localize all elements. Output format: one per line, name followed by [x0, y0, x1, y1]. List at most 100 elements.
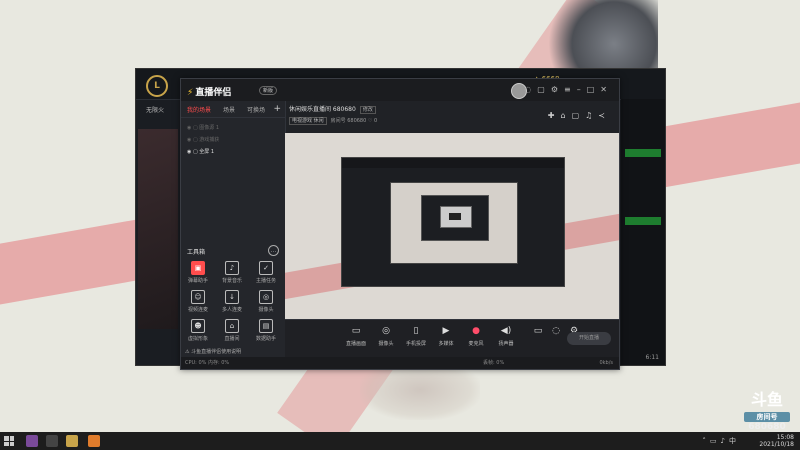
champion-art [138, 129, 178, 329]
toolbox-more-icon[interactable]: … [268, 245, 279, 256]
windows-start-icon[interactable] [4, 436, 14, 446]
tool-label: 虚拟形象 [187, 336, 208, 342]
tool-label: 弹幕助手 [187, 278, 208, 284]
stream-preview[interactable] [285, 133, 619, 319]
media-button[interactable]: ▶ 多媒体 [431, 326, 461, 347]
room-category[interactable]: 电视游戏 休闲 [289, 117, 327, 125]
chevron-up-icon[interactable]: ˄ [702, 437, 710, 445]
settings-icon[interactable]: ⚙ [551, 85, 564, 94]
tool-music[interactable]: ♪ 背景音乐 [215, 261, 249, 284]
app-logo: ⚡ 直播伴侣 [187, 85, 231, 98]
streaming-app-window[interactable]: ⚡ 直播伴侣 新版 ◌▢⚙≡–□✕ 我的场景 场景 可换场 + ◉ ▢ 图像源 1… [180, 78, 620, 370]
screen-icon: ▭ [351, 326, 361, 336]
tool-task[interactable]: ✓ 主播任务 [249, 261, 283, 284]
taskbar-app-icon[interactable] [46, 435, 58, 447]
version-badge[interactable]: 新版 [259, 86, 278, 95]
screen-capture-button[interactable]: ▭ 直播画面 [341, 326, 371, 347]
lock-icon[interactable]: ⌂ [560, 111, 571, 120]
minimize-icon[interactable]: – [577, 85, 587, 94]
tool-video-link[interactable]: ☺ 视频连麦 [181, 290, 215, 313]
room-id: 680680 [347, 118, 367, 124]
control-label: 多媒体 [438, 341, 454, 347]
volume-icon[interactable]: ♪ [721, 437, 729, 445]
invite-button[interactable] [625, 217, 661, 225]
douyu-logo: 斗鱼 [750, 390, 783, 409]
room-title: 休闲娱乐直播间 680680 [289, 106, 356, 113]
heart-icon: ♡ [367, 118, 373, 124]
scene-sidebar: 我的场景 场景 可换场 + ◉ ▢ 图像源 1 ◉ ▢ 游戏捕获 ◉ ▢ 全屏 … [181, 101, 286, 357]
tool-multi-link[interactable]: ↓ 多人连麦 [215, 290, 249, 313]
bitrate-status: 0kb/s [599, 360, 613, 366]
mic-icon: ● [472, 326, 480, 336]
app-titlebar: ⚡ 直播伴侣 新版 ◌▢⚙≡–□✕ [181, 79, 619, 101]
room-tools: ✚⌂▢♫≺ [548, 111, 611, 120]
douyu-room-label: 房间号 [744, 412, 790, 422]
nested-titlebar [342, 158, 564, 168]
bell-icon[interactable]: ♫ [585, 111, 598, 120]
toolbox-grid: ▣ 弹幕助手 ♪ 背景音乐 ✓ 主播任务 ☺ 视频连麦 ↓ 多人连麦 ◎ 摄像头 ☻ 虚拟形象… [181, 261, 285, 342]
phone-icon: ▯ [413, 326, 419, 336]
taskbar-app-icon[interactable] [88, 435, 100, 447]
speaker-button[interactable]: ◀) 扬声器 [491, 326, 521, 347]
add-scene-icon[interactable]: + [273, 104, 281, 114]
tool-camera[interactable]: ◎ 摄像头 [249, 290, 283, 313]
screenshot-icon[interactable]: ▢ [572, 111, 586, 120]
close-icon[interactable]: ✕ [600, 85, 613, 94]
share-icon[interactable]: ≺ [598, 111, 611, 120]
window-controls: ◌▢⚙≡–□✕ [524, 85, 613, 94]
scene-tabs: 我的场景 场景 可换场 + [181, 101, 285, 118]
cpu-status: CPU: 0% 内存: 0% [185, 360, 230, 366]
control-label: 摄像头 [378, 341, 394, 347]
preview-nested-app [341, 157, 565, 287]
preview-nested-level2 [390, 182, 518, 264]
tool-room[interactable]: ⌂ 直播间 [215, 319, 249, 342]
lol-logo-icon[interactable]: L [146, 75, 168, 97]
tab-scenes[interactable]: 场景 [217, 105, 241, 114]
tool-label: 数据助手 [255, 336, 276, 342]
scene-item[interactable]: ◉ ▢ 图像源 1 [187, 122, 279, 134]
room-title-row: 休闲娱乐直播间 680680 修改 [289, 104, 376, 114]
scene-item[interactable]: ◉ ▢ 游戏捕获 [187, 134, 279, 146]
help-note[interactable]: ⚠ 斗鱼直播伴侣使用说明 [185, 348, 241, 355]
preview-nested-level4 [440, 206, 472, 228]
tool-label: 背景音乐 [221, 278, 242, 284]
taskbar-app-icon[interactable] [26, 435, 38, 447]
maximize-icon[interactable]: □ [587, 85, 601, 94]
gift-icon[interactable]: ✚ [548, 111, 561, 120]
download-icon: ↓ [225, 290, 239, 304]
message-icon[interactable]: ▢ [537, 85, 551, 94]
mic-button[interactable]: ● 麦克风 [461, 326, 491, 347]
preview-nested-level5 [449, 213, 461, 220]
desktop-wallpaper: 斗鱼 房间号 680680 L ● ◆ ✕ ▲ ▲ 6668 无限火 6:11 … [0, 0, 800, 432]
edit-room-button[interactable]: 修改 [359, 106, 376, 114]
system-tray: ˄▭♪中 [702, 436, 740, 446]
tool-danmaku[interactable]: ▣ 弹幕助手 [181, 261, 215, 284]
menu-icon[interactable]: ≡ [564, 85, 577, 94]
frame-status: 丢帧: 0% [483, 360, 505, 366]
friends-count: 6:11 [645, 354, 659, 361]
phone-cast-button[interactable]: ▯ 手机投屏 [401, 326, 431, 347]
music-icon: ♪ [225, 261, 239, 275]
bolt-icon: ⚡ [187, 88, 194, 98]
tab-switchable[interactable]: 可换场 [241, 105, 271, 114]
tool-data[interactable]: ▤ 数据助手 [249, 319, 283, 342]
ime-indicator[interactable]: 中 [729, 437, 740, 445]
accept-button[interactable] [625, 149, 661, 157]
scene-item[interactable]: ◉ ▢ 全屏 1 [187, 146, 279, 158]
toolbox-title: 工具箱 [187, 249, 206, 256]
start-live-button[interactable]: 开始直播 [567, 332, 611, 345]
tool-avatar[interactable]: ☻ 虚拟形象 [181, 319, 215, 342]
camera-icon: ◎ [259, 290, 273, 304]
network-icon[interactable]: ▭ [710, 437, 721, 445]
tab-my-scenes[interactable]: 我的场景 [181, 105, 217, 114]
scene-label: 图像源 1 [199, 125, 220, 131]
danmaku-icon: ▣ [191, 261, 205, 275]
control-label: 扬声器 [498, 341, 514, 347]
clock[interactable]: 15:08 2021/10/18 [759, 434, 794, 448]
skin-icon[interactable]: ◌ [524, 85, 537, 94]
camera-button[interactable]: ◎ 摄像头 [371, 326, 401, 347]
taskbar: ˄▭♪中 15:08 2021/10/18 [0, 432, 800, 450]
taskbar-app-icon[interactable] [66, 435, 78, 447]
avatar-icon: ☻ [191, 319, 205, 333]
douyu-room-number: 680680 [748, 422, 786, 432]
